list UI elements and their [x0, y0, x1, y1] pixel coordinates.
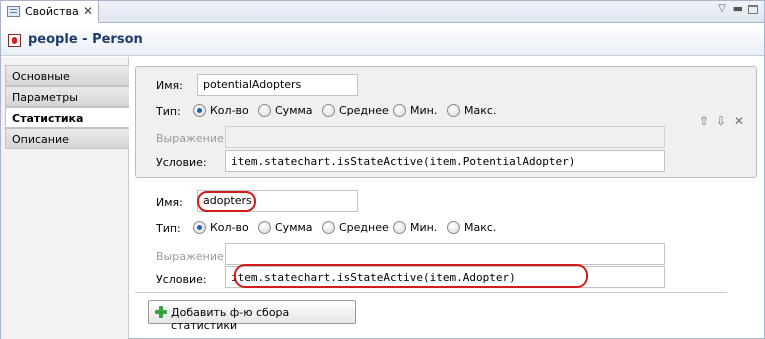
add-icon — [155, 306, 167, 318]
sidebar-item-label: Статистика — [12, 112, 84, 125]
radio-label: Мин. — [410, 104, 438, 117]
properties-header: people - Person — [1, 24, 764, 56]
expression-field — [225, 126, 665, 148]
sidebar-item-label: Основные — [12, 70, 70, 83]
add-statistic-button[interactable]: Добавить ф-ю сбора статистики — [148, 300, 356, 332]
radio-label: Мин. — [410, 221, 438, 234]
radio-button-icon — [322, 221, 335, 234]
sidebar-item-general[interactable]: Основные — [5, 65, 129, 86]
move-down-icon[interactable]: ⇩ — [716, 114, 726, 128]
name-label: Имя: — [156, 79, 183, 92]
page-title: people - Person — [28, 32, 143, 47]
radio-label: Сумма — [275, 221, 313, 234]
expression-label: Выражение: — [156, 250, 228, 263]
radio-label: Сумма — [275, 104, 313, 117]
radio-label: Макс. — [464, 104, 497, 117]
close-icon[interactable]: ✕ — [83, 4, 93, 18]
add-statistic-label: Добавить ф-ю сбора статистики — [171, 306, 290, 332]
sidebar-item-label: Параметры — [12, 91, 78, 104]
radio-label: Кол-во — [210, 221, 249, 234]
minimize-icon[interactable]: ▬ — [733, 2, 743, 15]
sidebar-item-description[interactable]: Описание — [5, 128, 129, 149]
radio-label: Среднее — [339, 221, 389, 234]
name-field[interactable]: potentialAdopters — [197, 74, 358, 96]
condition-label: Условие: — [156, 273, 207, 286]
view-menu-icon[interactable]: ▽ — [718, 3, 726, 14]
properties-sidebar: Основные Параметры Статистика Описание — [1, 57, 129, 339]
move-up-icon[interactable]: ⇧ — [699, 114, 709, 128]
name-label: Имя: — [156, 196, 183, 209]
expression-field[interactable] — [225, 243, 665, 265]
radio-label: Макс. — [464, 221, 497, 234]
radio-button-icon — [193, 221, 206, 234]
radio-button-icon — [393, 104, 406, 117]
radio-button-icon — [258, 104, 271, 117]
delete-icon[interactable]: ✕ — [734, 114, 744, 128]
type-label: Тип: — [156, 222, 181, 235]
tab-properties-label: Свойства — [25, 5, 79, 18]
divider — [135, 292, 727, 293]
radio-button-icon — [447, 104, 460, 117]
sidebar-item-parameters[interactable]: Параметры — [5, 86, 129, 107]
sidebar-item-label: Описание — [12, 133, 69, 146]
type-label: Тип: — [156, 105, 181, 118]
view-tab-bar: Свойства ✕ ▽ ▬ — [1, 1, 764, 23]
radio-label: Кол-во — [210, 104, 249, 117]
tab-properties[interactable]: Свойства ✕ — [1, 1, 99, 23]
highlight-annotation — [197, 191, 256, 212]
radio-button-icon — [193, 104, 206, 117]
radio-button-icon — [393, 221, 406, 234]
radio-label: Среднее — [339, 104, 389, 117]
agent-population-icon — [8, 34, 21, 47]
properties-icon — [7, 6, 20, 17]
maximize-icon[interactable] — [748, 5, 758, 14]
condition-label: Условие: — [156, 156, 207, 169]
radio-button-icon — [322, 104, 335, 117]
condition-field[interactable]: item.statechart.isStateActive(item.Poten… — [225, 150, 665, 172]
radio-button-icon — [447, 221, 460, 234]
expression-label: Выражение: — [156, 132, 228, 145]
radio-button-icon — [258, 221, 271, 234]
sidebar-item-statistics[interactable]: Статистика — [5, 107, 129, 128]
highlight-annotation — [234, 264, 588, 288]
